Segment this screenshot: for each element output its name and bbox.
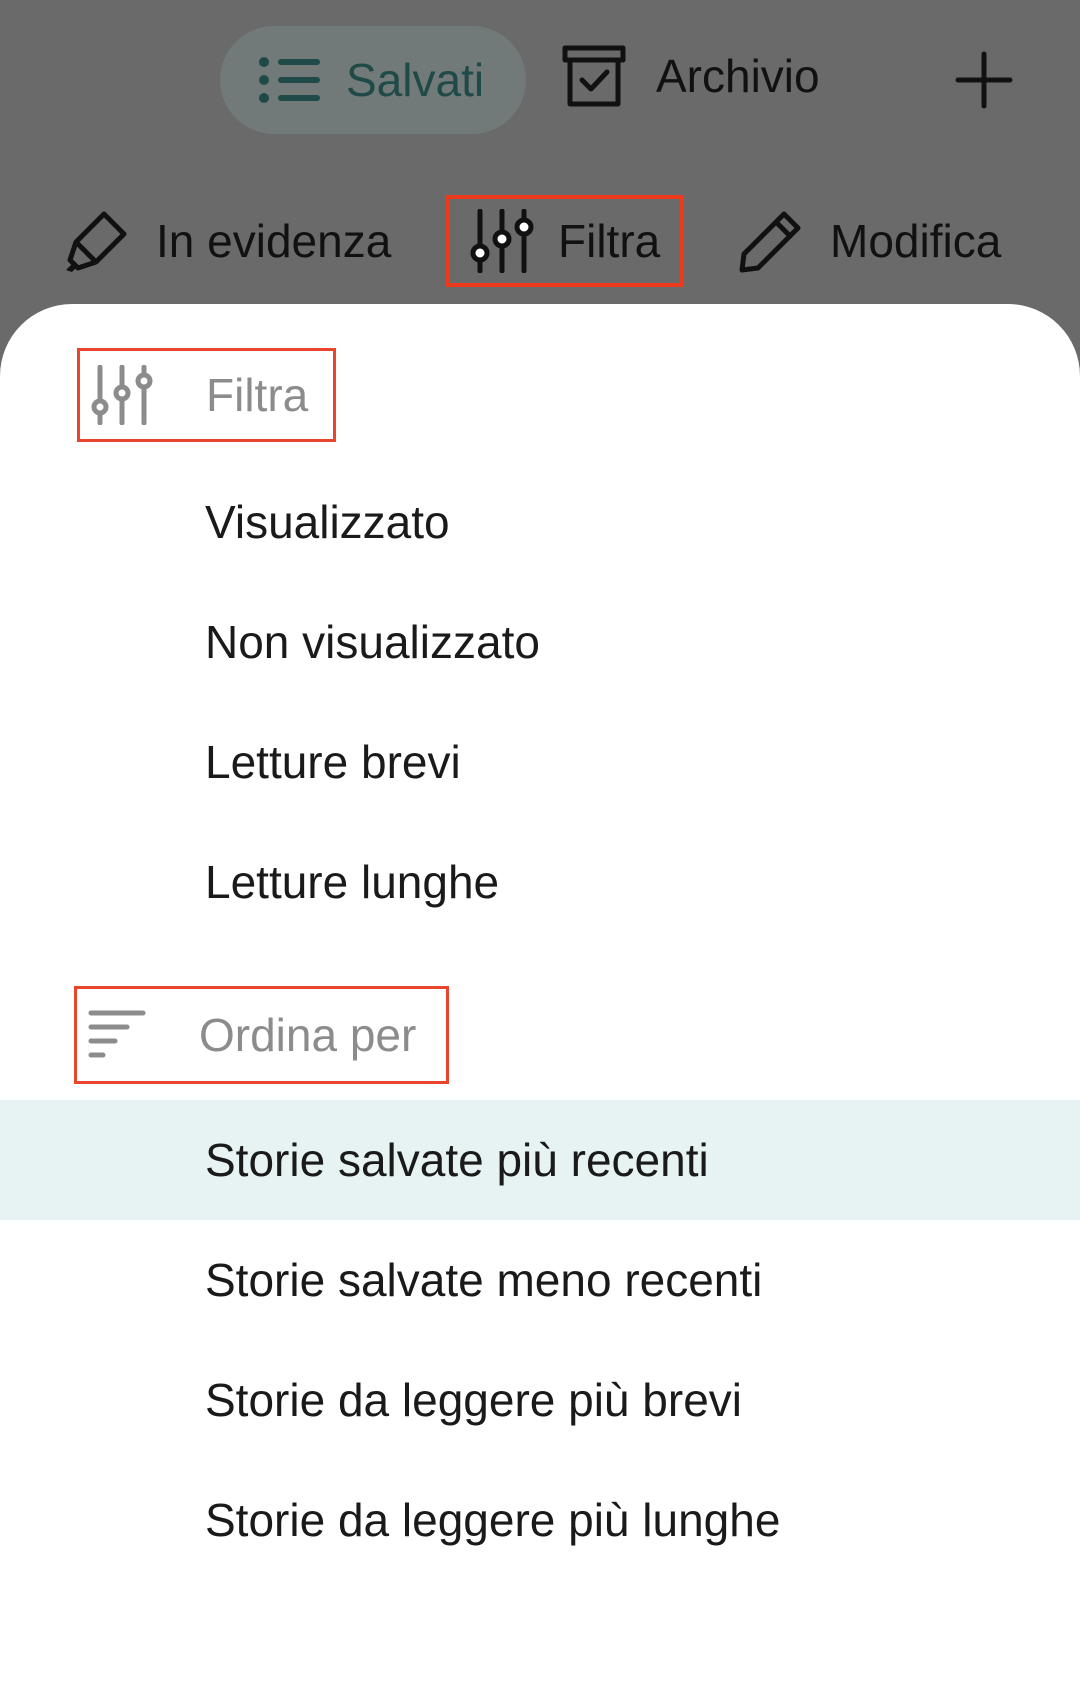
action-bar: In evidenza Filtra Modifica xyxy=(0,195,1080,295)
saved-tab[interactable]: Salvati xyxy=(220,26,526,134)
highlighter-icon xyxy=(66,211,127,272)
sort-option-oldest-saved[interactable]: Storie salvate meno recenti xyxy=(0,1220,1080,1340)
sort-option-shortest-read[interactable]: Storie da leggere più brevi xyxy=(0,1340,1080,1460)
sort-section-header: Ordina per xyxy=(74,986,449,1084)
sliders-icon xyxy=(470,209,534,273)
filter-section-title: Filtra xyxy=(206,369,309,421)
highlights-label: In evidenza xyxy=(156,215,392,267)
sort-option-newest-saved[interactable]: Storie salvate più recenti xyxy=(0,1100,1080,1220)
saved-tab-label: Salvati xyxy=(346,54,485,106)
filter-option-short-reads[interactable]: Letture brevi xyxy=(0,702,1080,822)
top-navigation: Salvati Archivio xyxy=(0,0,1080,160)
sliders-icon xyxy=(91,365,153,425)
filter-button[interactable]: Filtra xyxy=(446,195,684,287)
filter-option-long-reads[interactable]: Letture lunghe xyxy=(0,822,1080,942)
edit-label: Modifica xyxy=(830,215,1002,267)
archive-tab[interactable]: Archivio xyxy=(562,44,820,108)
filter-label: Filtra xyxy=(558,215,661,267)
sort-option-longest-read[interactable]: Storie da leggere più lunghe xyxy=(0,1460,1080,1580)
filter-option-viewed[interactable]: Visualizzato xyxy=(0,462,1080,582)
filter-option-not-viewed[interactable]: Non visualizzato xyxy=(0,582,1080,702)
pencil-icon xyxy=(739,211,801,273)
archive-tab-label: Archivio xyxy=(656,50,820,102)
sort-section-title: Ordina per xyxy=(199,1009,417,1061)
highlights-button[interactable]: In evidenza xyxy=(64,195,391,287)
bottom-sheet: Filtra Visualizzato Non visualizzato Let… xyxy=(0,304,1080,1701)
add-icon[interactable] xyxy=(954,50,1014,110)
list-icon xyxy=(259,57,320,103)
filter-section-header: Filtra xyxy=(77,348,336,442)
edit-button[interactable]: Modifica xyxy=(738,195,1001,287)
sort-icon xyxy=(88,1010,146,1058)
archive-icon xyxy=(562,45,626,107)
